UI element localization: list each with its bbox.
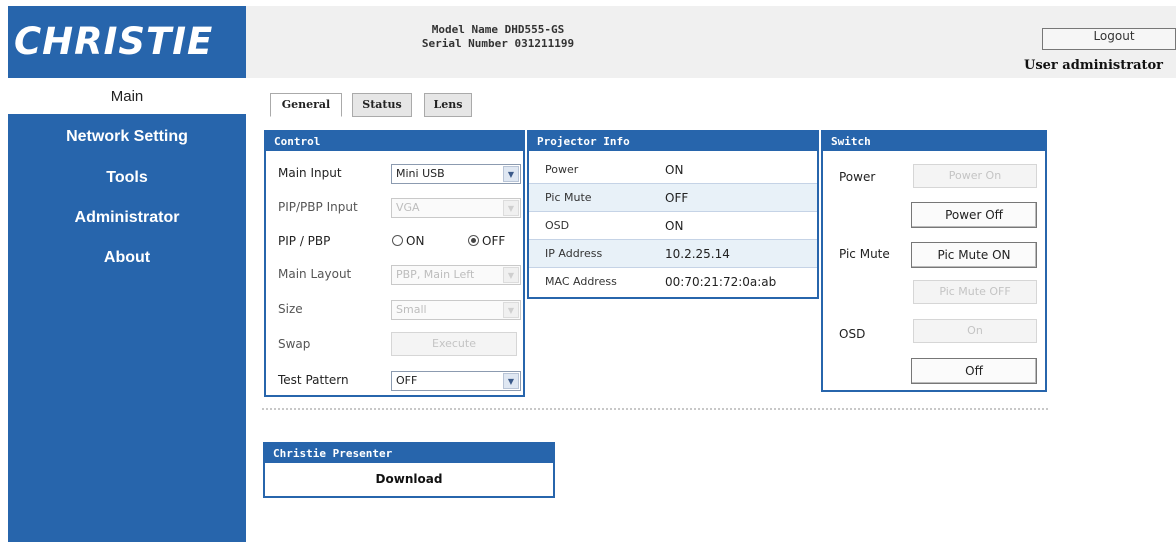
switch-panel-title: Switch xyxy=(823,132,1045,151)
osd-off-button[interactable]: Off xyxy=(911,358,1037,384)
info-row-mac-address: MAC Address 00:70:21:72:0a:ab xyxy=(529,268,817,296)
swap-label: Swap xyxy=(278,337,311,351)
presenter-panel-title: Christie Presenter xyxy=(265,444,553,463)
power-on-button[interactable]: Power On xyxy=(913,164,1037,188)
chevron-down-icon: ▼ xyxy=(503,267,519,283)
test-pattern-select[interactable]: OFF ▼ xyxy=(391,371,521,391)
logo: CHRISTIE xyxy=(8,6,246,78)
sidebar-item-about[interactable]: About xyxy=(8,249,246,267)
header-bar: Model Name DHD555-GS Serial Number 03121… xyxy=(246,6,1176,78)
info-key: OSD xyxy=(545,219,570,232)
main-layout-select[interactable]: PBP, Main Left ▼ xyxy=(391,265,521,285)
info-value: ON xyxy=(665,219,684,233)
control-panel-title: Control xyxy=(266,132,523,151)
pip-on-radio[interactable]: ON xyxy=(392,234,424,248)
tab-status[interactable]: Status xyxy=(352,93,412,117)
main-layout-label: Main Layout xyxy=(278,267,352,281)
logout-button[interactable]: Logout xyxy=(1042,28,1176,50)
switch-panel: Switch Power Power On Power Off Pic Mute… xyxy=(821,130,1047,392)
download-button[interactable]: Download xyxy=(265,463,553,496)
main-input-select[interactable]: Mini USB ▼ xyxy=(391,164,521,184)
presenter-panel: Christie Presenter Download xyxy=(263,442,555,498)
pic-mute-off-button[interactable]: Pic Mute OFF xyxy=(913,280,1037,304)
sidebar-item-tools[interactable]: Tools xyxy=(8,169,246,187)
test-pattern-label: Test Pattern xyxy=(278,373,349,387)
info-value: OFF xyxy=(665,191,689,205)
main-layout-value: PBP, Main Left xyxy=(396,268,475,281)
chevron-down-icon: ▼ xyxy=(503,302,519,318)
pip-input-select[interactable]: VGA ▼ xyxy=(391,198,521,218)
chevron-down-icon: ▼ xyxy=(503,166,519,182)
chevron-down-icon: ▼ xyxy=(503,373,519,389)
logo-text: CHRISTIE xyxy=(14,20,214,63)
osd-on-button[interactable]: On xyxy=(913,319,1037,343)
switch-pic-mute-label: Pic Mute xyxy=(839,247,890,261)
chevron-down-icon: ▼ xyxy=(503,200,519,216)
info-row-osd: OSD ON xyxy=(529,212,817,240)
section-divider xyxy=(262,408,1048,410)
info-value: 10.2.25.14 xyxy=(665,247,730,261)
info-key: Power xyxy=(545,163,579,176)
switch-osd-label: OSD xyxy=(839,327,866,341)
radio-checked-icon xyxy=(468,235,479,246)
tab-lens[interactable]: Lens xyxy=(424,93,472,117)
pip-off-label: OFF xyxy=(482,234,506,248)
pip-pbp-label: PIP / PBP xyxy=(278,234,331,248)
info-row-pic-mute: Pic Mute OFF xyxy=(529,184,817,212)
info-row-power: Power ON xyxy=(529,156,817,184)
info-value: ON xyxy=(665,163,684,177)
info-key: IP Address xyxy=(545,247,603,260)
model-name: Model Name DHD555-GS xyxy=(431,23,565,36)
pip-input-label: PIP/PBP Input xyxy=(278,200,358,214)
projector-info-panel: Projector Info Power ON Pic Mute OFF OSD… xyxy=(527,130,819,299)
projector-info-title: Projector Info xyxy=(529,132,817,151)
sidebar-item-network-setting[interactable]: Network Setting xyxy=(8,128,246,146)
pip-off-radio[interactable]: OFF xyxy=(468,234,505,248)
sidebar: Network Setting Tools Administrator Abou… xyxy=(8,114,246,542)
serial-number: Serial Number 031211199 xyxy=(421,37,575,50)
main-input-label: Main Input xyxy=(278,166,342,180)
pip-input-value: VGA xyxy=(396,201,420,214)
info-key: Pic Mute xyxy=(545,191,592,204)
size-select[interactable]: Small ▼ xyxy=(391,300,521,320)
control-panel: Control Main Input Mini USB ▼ PIP/PBP In… xyxy=(264,130,525,397)
test-pattern-value: OFF xyxy=(396,374,418,387)
main-input-value: Mini USB xyxy=(396,167,445,180)
pic-mute-on-button[interactable]: Pic Mute ON xyxy=(911,242,1037,268)
tab-general[interactable]: General xyxy=(270,93,342,117)
size-value: Small xyxy=(396,303,427,316)
power-off-button[interactable]: Power Off xyxy=(911,202,1037,228)
pip-on-label: ON xyxy=(406,234,425,248)
sidebar-item-main[interactable]: Main xyxy=(8,88,246,112)
size-label: Size xyxy=(278,302,303,316)
info-row-ip-address: IP Address 10.2.25.14 xyxy=(529,240,817,268)
swap-execute-button[interactable]: Execute xyxy=(391,332,517,356)
sidebar-item-administrator[interactable]: Administrator xyxy=(8,209,246,227)
user-label: User administrator xyxy=(1024,58,1164,73)
info-key: MAC Address xyxy=(545,275,617,288)
radio-icon xyxy=(392,235,403,246)
switch-power-label: Power xyxy=(839,170,876,184)
info-value: 00:70:21:72:0a:ab xyxy=(665,275,777,289)
